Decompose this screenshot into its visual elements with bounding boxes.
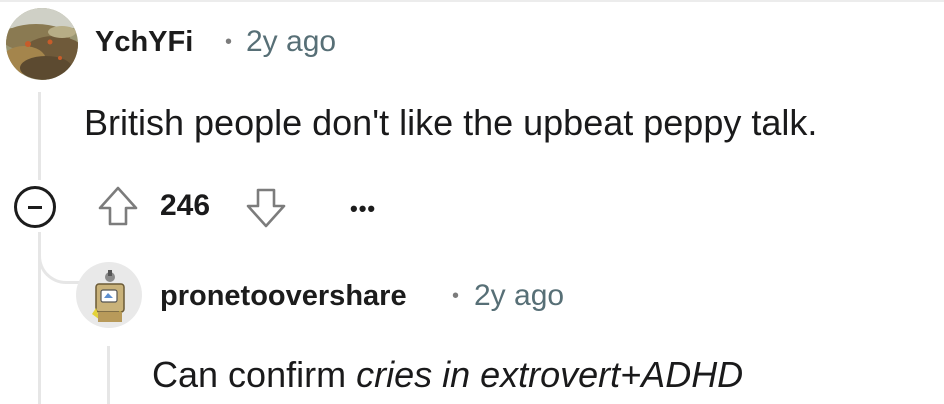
reply-body: Can confirm cries in extrovert+ADHD (152, 357, 743, 393)
comment-body: British people don't like the upbeat pep… (84, 102, 818, 143)
reply-avatar-image (76, 262, 142, 328)
reply-username[interactable]: pronetoovershare (160, 282, 407, 311)
collapse-thread-button[interactable] (14, 186, 56, 228)
comment-username[interactable]: YchYFi (95, 28, 193, 57)
comment-timestamp: 2y ago (246, 25, 337, 58)
reply-thread-line[interactable] (107, 346, 110, 404)
more-options-button[interactable]: ••• (350, 198, 376, 220)
meta-separator: • (452, 285, 460, 307)
upvote-icon[interactable] (96, 184, 140, 228)
avatar-image (6, 8, 78, 80)
downvote-icon[interactable] (244, 186, 288, 230)
avatar[interactable] (6, 8, 78, 80)
reply-avatar[interactable] (76, 262, 142, 328)
meta-separator: • (225, 31, 233, 53)
thread-line[interactable] (38, 92, 41, 180)
vote-score: 246 (160, 189, 211, 222)
reply-timestamp: 2y ago (474, 279, 565, 312)
top-divider (0, 0, 944, 2)
reply-connector (38, 232, 84, 284)
reply-body-italic: cries in extrovert+ADHD (356, 354, 744, 395)
reply-body-text: Can confirm (152, 354, 357, 395)
